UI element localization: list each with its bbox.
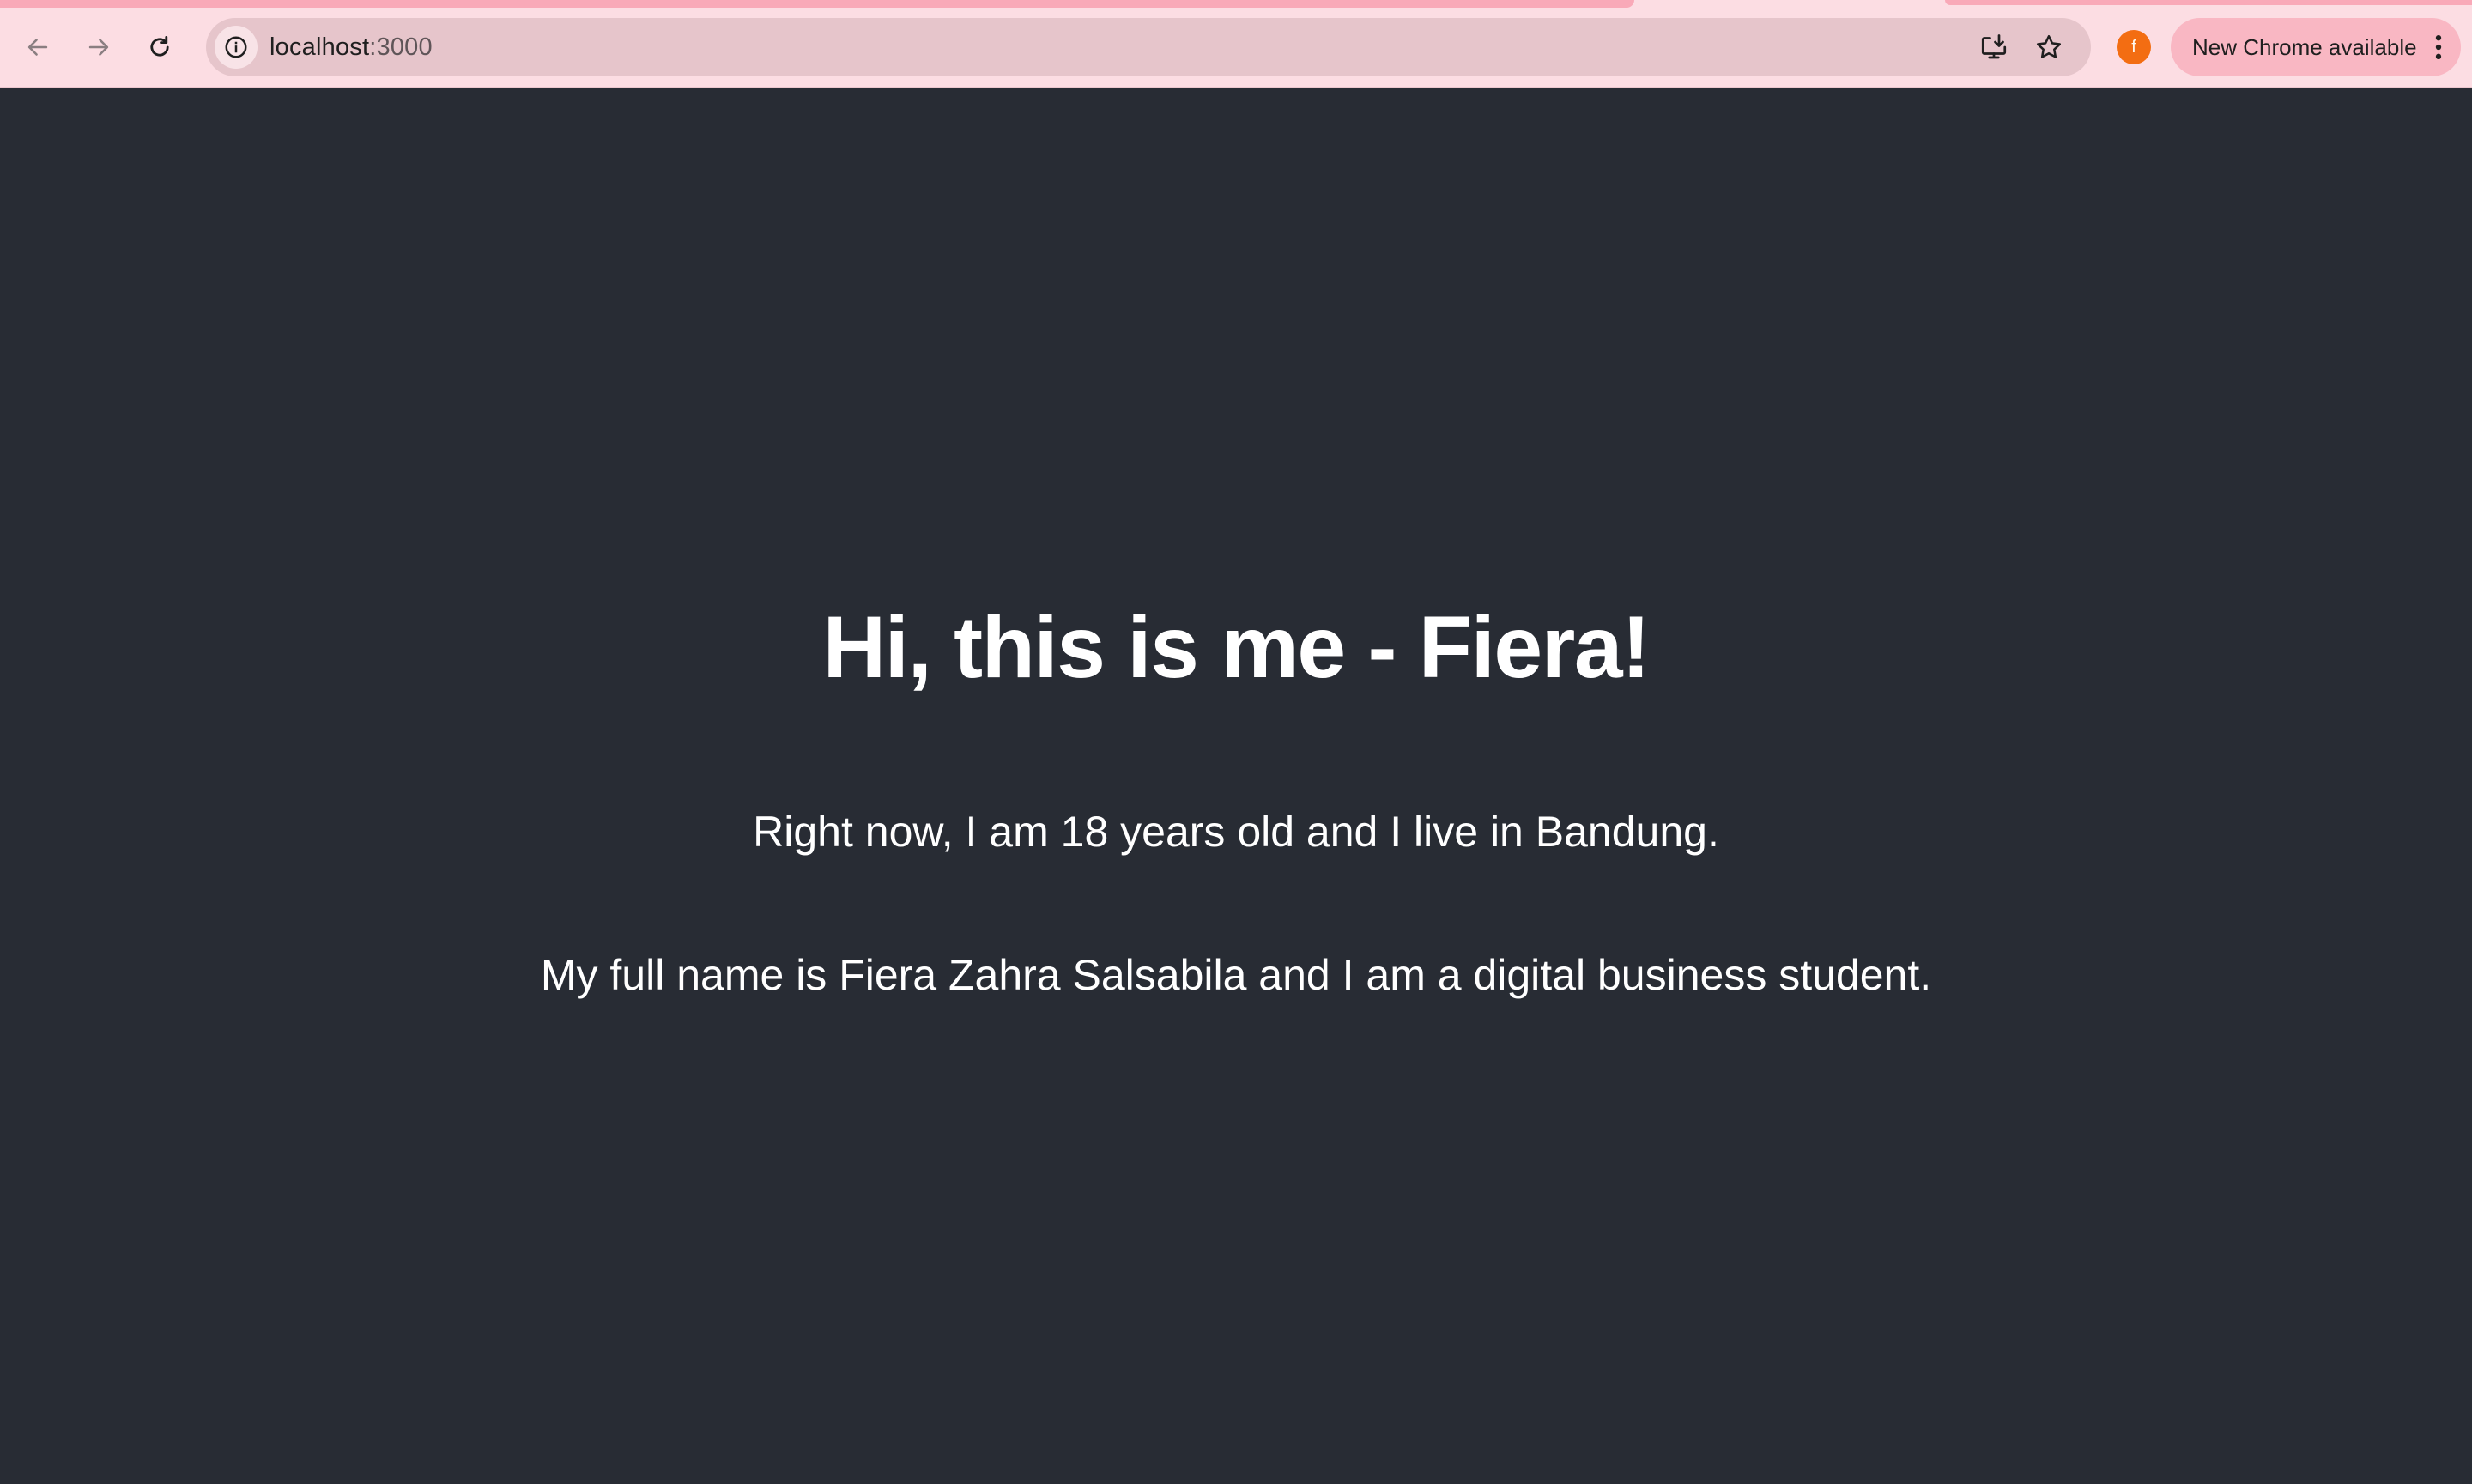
install-app-icon — [1981, 34, 2007, 59]
tab-strip-edge-right — [1945, 0, 2472, 5]
bio-text: My full name is Fiera Zahra Salsabila an… — [540, 951, 1932, 999]
page-content: Hi, this is me - Fiera! Right now, I am … — [0, 88, 2472, 1484]
install-app-button[interactable] — [1978, 31, 2010, 64]
tab-strip-edge — [0, 0, 1634, 8]
url-text[interactable]: localhost:3000 — [270, 18, 433, 76]
forward-button[interactable] — [77, 26, 120, 69]
url-port: :3000 — [369, 33, 433, 61]
address-bar[interactable]: localhost:3000 — [206, 18, 2091, 76]
url-host: localhost — [270, 33, 370, 61]
arrow-right-icon — [88, 39, 109, 56]
site-info-button[interactable] — [215, 26, 258, 69]
back-button[interactable] — [16, 26, 59, 69]
reload-icon — [150, 35, 169, 57]
browser-menu-button[interactable] — [2421, 30, 2456, 64]
page-title: Hi, this is me - Fiera! — [822, 598, 1651, 696]
update-chrome-button[interactable]: New Chrome available — [2171, 18, 2461, 76]
bookmark-button[interactable] — [2033, 31, 2065, 64]
update-chrome-label: New Chrome available — [2192, 34, 2417, 60]
kebab-menu-icon — [2435, 35, 2442, 59]
star-icon — [2036, 34, 2062, 58]
profile-avatar[interactable]: f — [2117, 30, 2151, 64]
intro-text: Right now, I am 18 years old and I live … — [753, 808, 1719, 856]
info-icon — [225, 36, 247, 58]
browser-toolbar: localhost:3000 f New Chrome available — [0, 0, 2472, 88]
reload-button[interactable] — [138, 26, 181, 69]
arrow-left-icon — [27, 39, 48, 56]
